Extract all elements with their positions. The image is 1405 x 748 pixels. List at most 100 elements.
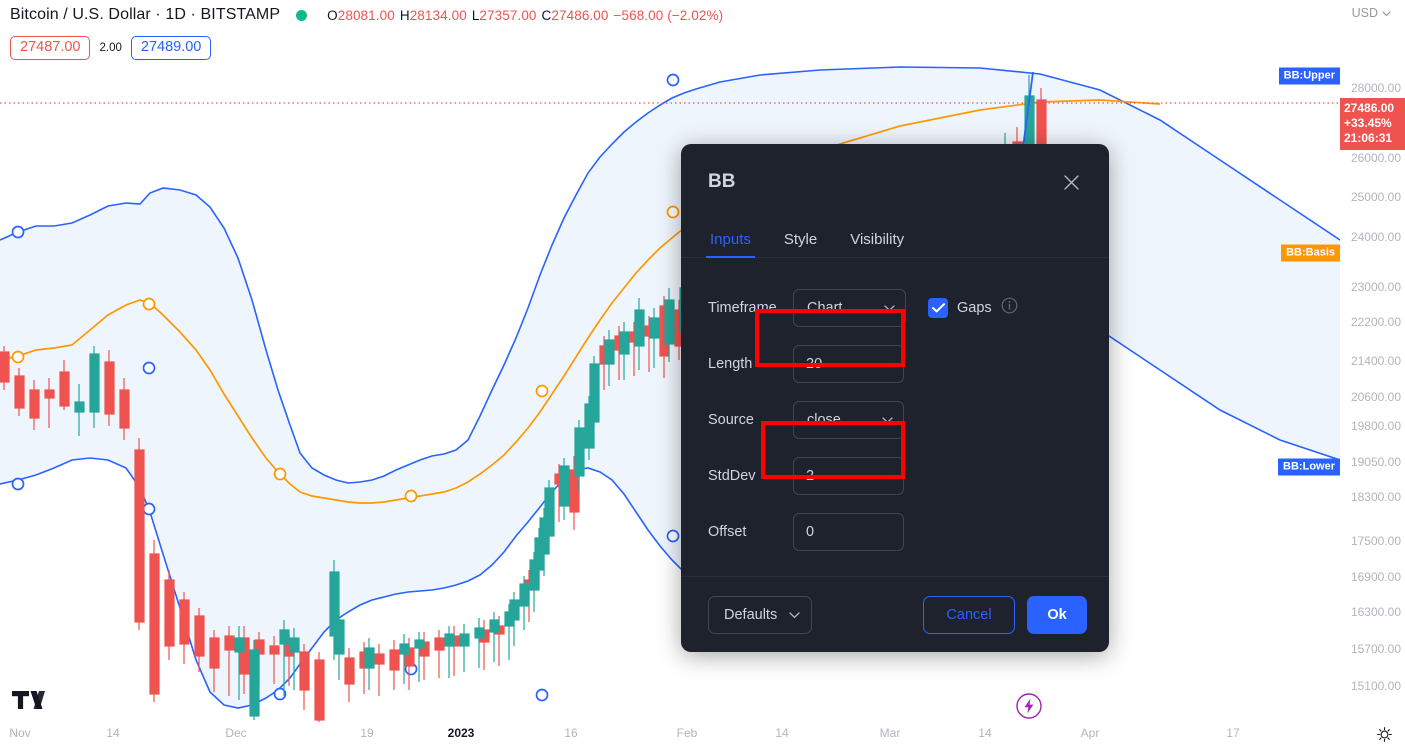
tab-inputs[interactable]: Inputs [706,231,755,258]
ohlc-close-label: C [541,7,552,23]
price-tick: 25000.00 [1350,190,1401,204]
cancel-button[interactable]: Cancel [923,595,1015,634]
price-tick: 28000.00 [1350,81,1401,95]
chevron-down-icon [1382,9,1391,19]
price-tick: 22200.00 [1350,315,1401,329]
field-row-length: Length [708,336,1082,392]
ohlc-high-label: H [399,7,410,23]
ask-price-badge[interactable]: 27489.00 [130,36,212,60]
field-row-offset: Offset [708,504,1082,560]
indicator-settings-dialog: BB Inputs Style Visibility Timeframe Cha… [681,144,1109,652]
dialog-body: Timeframe Chart Gaps Length 20 Source cl… [681,258,1109,576]
price-tick: 16900.00 [1350,570,1401,584]
time-tick: 17 [1226,726,1240,740]
currency-selector[interactable]: USD [1352,6,1391,20]
indicator-price-tag[interactable]: BB:Upper [1278,67,1340,85]
ohlc-change: −568.00 (−2.02%) [613,7,724,23]
tab-visibility[interactable]: Visibility [848,231,906,257]
stddev-input[interactable] [793,457,904,495]
gaps-checkbox-group: Gaps [928,297,1018,319]
gear-icon[interactable] [1376,726,1393,748]
tab-style[interactable]: Style [782,231,819,257]
source-select[interactable]: close [793,401,904,439]
currency-label: USD [1351,6,1378,20]
lightning-bolt-icon[interactable] [1015,692,1043,725]
price-tick: 17500.00 [1350,534,1401,548]
chart-svg [0,66,1340,722]
dialog-tabs: Inputs Style Visibility [681,220,1109,258]
defaults-label: Defaults [724,606,778,623]
price-tick: 18300.00 [1350,490,1401,504]
offset-input[interactable] [793,513,904,551]
indicator-price-tag[interactable]: BB:Lower [1278,458,1340,476]
dialog-title: BB [708,171,736,192]
source-label: Source [708,412,754,428]
info-icon[interactable] [1001,297,1018,319]
time-tick: 14 [106,726,120,740]
price-tick: 15700.00 [1350,642,1401,656]
chevron-down-icon [882,412,893,428]
gaps-checkbox[interactable] [928,298,948,318]
current-price-badge[interactable]: 27486.00 +33.45% 21:06:31 [1340,98,1405,150]
time-tick: 14 [978,726,992,740]
ok-button[interactable]: Ok [1027,595,1087,634]
time-tick: Mar [879,726,901,740]
bid-price-badge[interactable]: 27487.00 [10,36,91,60]
time-tick: Apr [1080,726,1100,740]
live-dot-icon [296,9,308,21]
field-row-stddev: StdDev [708,448,1082,504]
time-tick: 14 [775,726,789,740]
ohlc-open-label: O [327,7,338,23]
ohlc-high-value: 28134.00 [409,7,467,23]
timeframe-label: Timeframe [708,300,777,316]
chart-legend-row: Bitcoin / U.S. Dollar · 1D · BITSTAMP O2… [10,6,723,24]
time-tick: Nov [9,726,31,740]
time-scale[interactable]: Nov 14 Dec 19 2023 16 Feb 14 Mar 14 Apr 17 [0,722,1405,748]
ohlc-low-value: 27357.00 [479,7,537,23]
field-row-source: Source close [708,392,1082,448]
spread-value: 2.00 [99,41,122,54]
time-tick: Feb [676,726,698,740]
length-input[interactable] [793,345,904,383]
time-tick: 19 [360,726,374,740]
price-scale[interactable]: 28000.00 26000.00 25000.00 24000.00 23000.00… [1278,60,1405,722]
time-tick: Dec [225,726,247,740]
bid-ask-row: 27487.00 2.00 27489.00 [10,36,212,60]
close-icon[interactable] [1057,168,1085,196]
time-tick: 16 [564,726,578,740]
dialog-footer: Defaults Cancel Ok [681,576,1109,652]
length-label: Length [708,356,753,372]
price-tick: 20600.00 [1350,390,1401,404]
ohlc-close-value: 27486.00 [551,7,609,23]
gaps-label: Gaps [957,300,992,316]
timeframe-select[interactable]: Chart [793,289,906,327]
footer-actions: Cancel Ok [923,595,1087,634]
ohlc-open-value: 28081.00 [337,7,395,23]
chevron-down-icon [884,300,895,316]
chart-canvas[interactable] [0,60,1340,722]
time-tick: 2023 [447,726,475,740]
source-value: close [807,412,841,428]
price-tick: 19800.00 [1350,419,1401,433]
price-tick: 19050.00 [1350,455,1401,469]
symbol-title[interactable]: Bitcoin / U.S. Dollar · 1D · BITSTAMP [10,6,280,24]
price-tick: 15100.00 [1350,679,1401,693]
tradingview-logo-icon[interactable] [12,689,48,716]
price-tick: 16300.00 [1350,605,1401,619]
tradingview-chart-page: Bitcoin / U.S. Dollar · 1D · BITSTAMP O2… [0,0,1405,748]
indicator-price-tag[interactable]: BB:Basis [1281,244,1340,262]
price-tick: 26000.00 [1350,151,1401,165]
defaults-button[interactable]: Defaults [708,595,813,634]
field-row-timeframe: Timeframe Chart Gaps [708,280,1082,336]
current-price-price: 27486.00 [1344,101,1395,115]
dialog-header: BB [681,144,1109,220]
chevron-down-icon [789,607,800,623]
offset-label: Offset [708,524,747,540]
price-tick: 23000.00 [1350,280,1401,294]
current-price-percent: +33.45% [1344,116,1392,130]
current-price-countdown: 21:06:31 [1344,131,1393,145]
price-tick: 24000.00 [1350,230,1401,244]
checkmark-icon [931,303,945,313]
ohlc-values: O28081.00 H28134.00 L27357.00 C27486.00 −568… [327,8,723,23]
stddev-label: StdDev [708,468,756,484]
